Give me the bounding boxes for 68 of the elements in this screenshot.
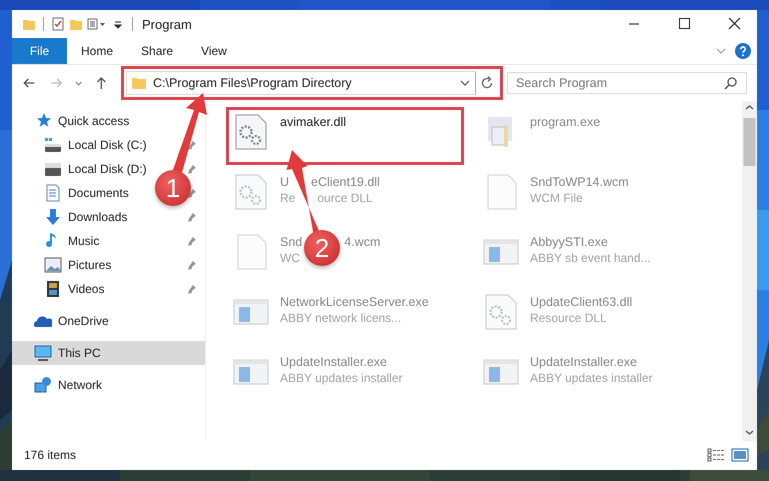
file-type: WCM File [530,191,583,205]
file-name: SndToWP14.wcm [530,175,629,189]
file-type: ABBY network licens... [280,311,402,325]
ribbon-tab[interactable]: View [187,38,241,64]
nav-item[interactable]: Local Disk (D:) [44,157,151,181]
item-count: 176 items [24,448,76,462]
gear-file-icon [233,114,269,150]
file-name: UpdateInstaller.exe [530,355,638,369]
file-name: NetworkLicenseServer.exe [280,295,429,309]
monitor-icon [34,344,52,362]
gear-file-icon [233,174,269,210]
file-name: UpdateInstaller.exe [280,355,388,369]
pin-icon[interactable] [187,260,197,270]
nav-item[interactable]: Music [44,229,104,253]
file-name: program.exe [530,115,600,129]
drive-icon [44,136,62,154]
pin-icon[interactable] [187,164,197,174]
drive-icon [44,160,62,178]
large-icons-view-icon[interactable] [731,448,749,462]
view-options-icon[interactable] [87,17,107,31]
search-field[interactable]: Search Program [507,72,747,94]
file-type: ABBY updates installer [280,371,403,385]
file-name: 4.wcm [344,235,380,249]
search-icon[interactable] [724,76,738,90]
film-icon [44,280,62,298]
ribbon-tab[interactable]: Share [127,38,188,64]
nav-item[interactable]: Local Disk (C:) [44,133,151,157]
file-name: AbbyySTI.exe [530,235,608,249]
nav-item[interactable]: Downloads [44,205,132,229]
file-name: eClient19.dll [311,175,380,189]
window-title: Program [142,16,192,32]
scrollbar[interactable] [742,101,757,441]
file-name: avimaker.dll [280,115,346,129]
file-type: WC [280,251,300,265]
download-icon [44,208,62,226]
file-name: U [280,175,290,189]
address-path: C:\Program Files\Program Directory [153,76,353,90]
file-menu-button[interactable]: File [12,38,67,64]
picture-icon [44,256,62,274]
ribbon-tab[interactable]: Home [67,38,128,64]
nav-item[interactable]: Pictures [44,253,116,277]
details-view-icon[interactable] [707,448,725,462]
properties-icon[interactable] [51,17,65,31]
pin-icon[interactable] [187,236,197,246]
pin-icon[interactable] [187,212,197,222]
address-field[interactable]: C:\Program Files\Program Directory [126,71,476,95]
refresh-icon[interactable] [479,75,495,91]
nav-item[interactable]: OneDrive [12,309,205,333]
file-type: Resource DLL [530,311,607,325]
file-type: Re [280,191,296,205]
file-type: ABBY sb event hand... [530,251,651,265]
file-name: UpdateClient63.dll [530,295,632,309]
nav-item[interactable]: Documents [44,181,133,205]
file-type: ABBY updates installer [530,371,653,385]
pin-icon[interactable] [187,188,197,198]
nav-item[interactable]: Videos [44,277,108,301]
nav-item[interactable]: This PC [12,341,205,365]
file-type: ource DLL [317,191,373,205]
nav-item[interactable]: Network [12,373,205,397]
pin-icon[interactable] [187,284,197,294]
document-icon [44,184,62,202]
file-name: Snd [280,235,302,249]
network-icon [34,376,52,394]
pin-icon[interactable] [187,140,197,150]
nav-item[interactable]: Quick access [12,109,205,133]
folder-icon [131,75,147,91]
help-icon[interactable] [735,43,751,59]
gear-file-icon [483,294,519,330]
